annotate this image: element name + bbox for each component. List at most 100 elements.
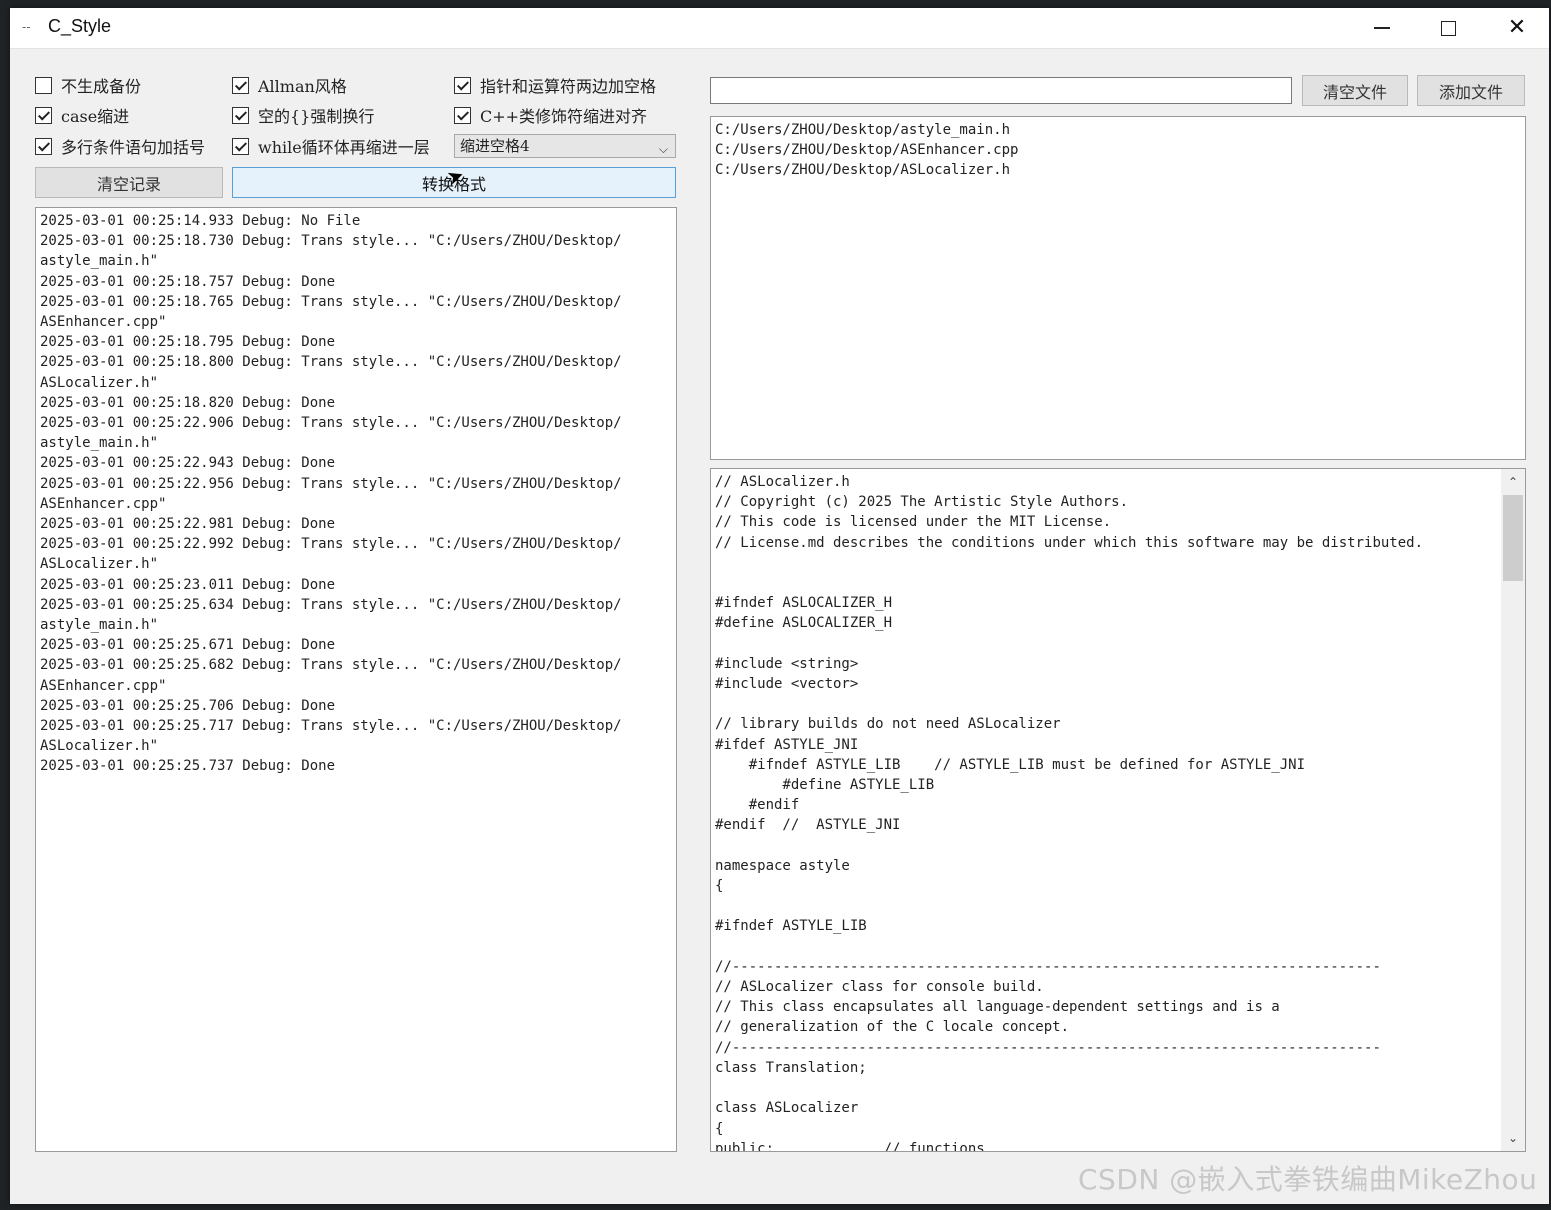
code-line: class ASLocalizer	[715, 1100, 859, 1117]
code-line: #include <vector>	[715, 676, 859, 693]
pointer-spaces-label: 指针和运算符两边加空格	[480, 77, 657, 96]
log-line: ASEnhancer.cpp"	[40, 495, 167, 512]
log-line: 2025-03-01 00:25:22.943 Debug: Done	[40, 455, 336, 472]
option-pointer-spaces[interactable]: 指针和运算符两边加空格	[454, 73, 656, 97]
log-line: 2025-03-01 00:25:14.933 Debug: No File	[40, 213, 361, 229]
log-output[interactable]: 2025-03-01 00:25:14.933 Debug: No File 20…	[35, 207, 677, 1152]
code-line: #endif // ASTYLE_JNI	[715, 817, 901, 834]
code-line: #ifndef ASTYLE_LIB	[715, 918, 867, 935]
log-line: ASLocalizer.h"	[40, 738, 159, 755]
log-line: ASLocalizer.h"	[40, 556, 159, 573]
option-cpp-modifier-indent[interactable]: C++类修饰符缩进对齐	[454, 103, 647, 127]
option-multiline-brackets[interactable]: 多行条件语句加括号	[35, 134, 205, 158]
option-no-backup[interactable]: 不生成备份	[35, 73, 141, 97]
minimize-icon	[1374, 27, 1390, 29]
log-line: 2025-03-01 00:25:18.820 Debug: Done	[40, 394, 336, 411]
chevron-down-icon: ⌵	[658, 142, 668, 156]
window-title: C_Style	[48, 16, 112, 36]
code-line: // License.md describes the conditions u…	[715, 534, 1424, 551]
clear-log-button[interactable]: 清空记录	[35, 167, 223, 198]
code-line: // generalization of the C locale concep…	[715, 1019, 1070, 1036]
no-backup-checkbox[interactable]	[35, 76, 52, 94]
file-list-item: C:/Users/ZHOU/Desktop/ASLocalizer.h	[715, 162, 1011, 179]
code-line: // library builds do not need ASLocalize…	[715, 716, 1061, 733]
empty-brace-break-checkbox[interactable]	[232, 106, 249, 124]
watermark: CSDN @嵌入式拳铁编曲MikeZhou	[1078, 1163, 1538, 1196]
minimize-button[interactable]	[1357, 8, 1407, 48]
file-path-input[interactable]	[710, 77, 1292, 104]
log-line: ASLocalizer.h"	[40, 374, 159, 391]
log-line: ASEnhancer.cpp"	[40, 314, 167, 331]
no-backup-label: 不生成备份	[61, 77, 142, 96]
title-bar[interactable]: -- C_Style ✕	[10, 8, 1549, 49]
add-files-button[interactable]: 添加文件	[1417, 75, 1525, 106]
code-line: #include <string>	[715, 655, 859, 672]
log-line: 2025-03-01 00:25:25.682 Debug: Trans sty…	[40, 657, 622, 674]
file-list[interactable]: C:/Users/ZHOU/Desktop/astyle_main.h C:/Us…	[710, 116, 1526, 460]
app-window: -- C_Style ✕ 不生成备份 case缩进 多行条件语句加括号 Allm…	[10, 8, 1549, 1204]
close-button[interactable]: ✕	[1492, 8, 1542, 48]
code-line: #ifndef ASTYLE_LIB // ASTYLE_LIB must be…	[715, 756, 1306, 773]
multiline-brackets-checkbox[interactable]	[35, 137, 52, 155]
code-line: //--------------------------------------…	[715, 1039, 1381, 1056]
while-indent-checkbox[interactable]	[232, 137, 249, 155]
code-line: namespace astyle	[715, 857, 850, 874]
code-line: {	[715, 878, 724, 895]
code-line: #define ASTYLE_LIB	[715, 777, 935, 794]
maximize-icon	[1440, 20, 1456, 36]
option-empty-brace-break[interactable]: 空的{}强制换行	[232, 103, 374, 127]
code-line: // ASLocalizer.h	[715, 474, 850, 490]
app-icon: --	[22, 20, 31, 34]
maximize-button[interactable]	[1423, 8, 1473, 48]
cpp-modifier-indent-label: C++类修饰符缩进对齐	[480, 107, 648, 126]
log-line: 2025-03-01 00:25:25.671 Debug: Done	[40, 637, 336, 654]
code-line: #ifdef ASTYLE_JNI	[715, 736, 859, 753]
log-line: 2025-03-01 00:25:18.757 Debug: Done	[40, 273, 336, 290]
code-line: //--------------------------------------…	[715, 958, 1381, 975]
scrollbar-thumb[interactable]	[1503, 495, 1523, 581]
code-line: // This code is licensed under the MIT L…	[715, 514, 1112, 531]
log-line: 2025-03-01 00:25:25.737 Debug: Done	[40, 758, 336, 775]
empty-brace-break-label: 空的{}强制换行	[258, 107, 375, 126]
log-line: 2025-03-01 00:25:25.717 Debug: Trans sty…	[40, 718, 622, 735]
code-line: #define ASLOCALIZER_H	[715, 615, 893, 632]
clear-files-button[interactable]: 清空文件	[1302, 75, 1408, 106]
log-line: 2025-03-01 00:25:22.981 Debug: Done	[40, 516, 336, 533]
pointer-spaces-checkbox[interactable]	[454, 76, 471, 94]
log-line: astyle_main.h"	[40, 617, 159, 634]
code-line: // ASLocalizer class for console build.	[715, 979, 1044, 996]
code-line: public: // functions	[715, 1140, 985, 1152]
multiline-brackets-label: 多行条件语句加括号	[61, 138, 206, 157]
while-indent-label: while循环体再缩进一层	[258, 138, 430, 157]
case-indent-checkbox[interactable]	[35, 106, 52, 124]
case-indent-label: case缩进	[61, 107, 130, 126]
code-viewer[interactable]: // ASLocalizer.h // Copyright (c) 2025 Th…	[710, 468, 1526, 1152]
log-line: 2025-03-01 00:25:22.906 Debug: Trans sty…	[40, 415, 622, 432]
log-line: astyle_main.h"	[40, 435, 159, 452]
option-allman[interactable]: Allman风格	[232, 73, 347, 97]
log-line: 2025-03-01 00:25:18.730 Debug: Trans sty…	[40, 233, 622, 250]
log-line: 2025-03-01 00:25:23.011 Debug: Done	[40, 576, 336, 593]
code-line: // Copyright (c) 2025 The Artistic Style…	[715, 494, 1129, 511]
file-list-item: C:/Users/ZHOU/Desktop/astyle_main.h	[715, 122, 1011, 138]
log-line: 2025-03-01 00:25:25.706 Debug: Done	[40, 697, 336, 714]
code-line: {	[715, 1120, 724, 1137]
indent-select[interactable]: 缩进空格4 ⌵	[454, 134, 676, 158]
option-while-indent[interactable]: while循环体再缩进一层	[232, 134, 430, 158]
allman-checkbox[interactable]	[232, 76, 249, 94]
scroll-down-icon[interactable]: ⌄	[1501, 1127, 1525, 1149]
scroll-up-icon[interactable]: ⌃	[1501, 471, 1525, 493]
vertical-scrollbar[interactable]: ⌃ ⌄	[1501, 469, 1525, 1151]
log-line: 2025-03-01 00:25:22.956 Debug: Trans sty…	[40, 475, 622, 492]
option-case-indent[interactable]: case缩进	[35, 103, 129, 127]
log-line: 2025-03-01 00:25:25.634 Debug: Trans sty…	[40, 596, 622, 613]
close-icon: ✕	[1507, 15, 1527, 40]
log-line: 2025-03-01 00:25:18.800 Debug: Trans sty…	[40, 354, 622, 371]
code-line: #ifndef ASLOCALIZER_H	[715, 595, 893, 612]
cpp-modifier-indent-checkbox[interactable]	[454, 106, 471, 124]
indent-select-value: 缩进空格4	[460, 137, 530, 155]
